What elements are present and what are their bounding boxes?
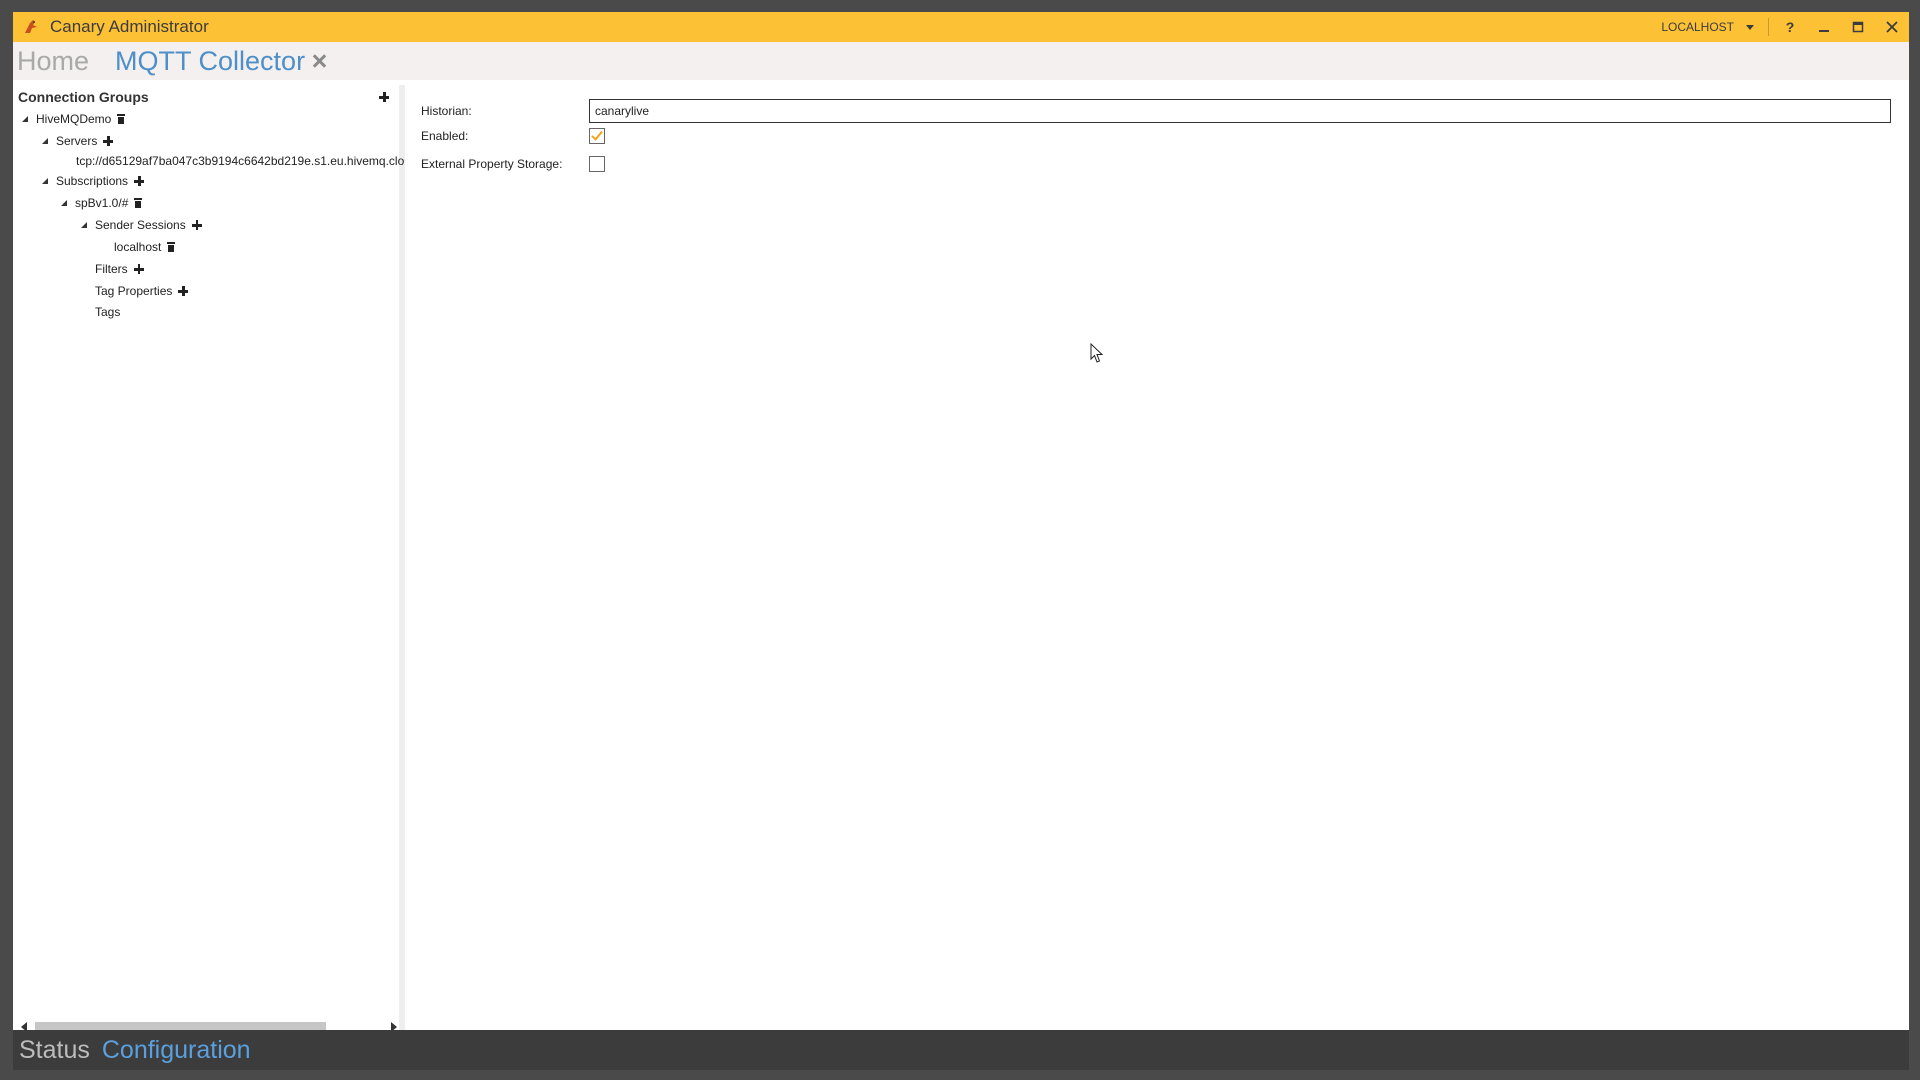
help-button[interactable]: ? [1773,12,1807,42]
tab-bar: Home MQTT Collector [13,42,1909,80]
expander-icon[interactable] [81,222,87,228]
tree-node-tags[interactable]: Tags [95,302,126,322]
enabled-checkbox[interactable] [589,128,605,144]
node-label: spBv1.0/# [75,196,129,210]
properties-panel: Historian: Enabled: External Property St… [411,85,1909,1035]
node-label: Tag Properties [95,284,173,298]
external-storage-label: External Property Storage: [421,157,563,171]
delete-trash-icon[interactable] [167,242,176,252]
add-tag-property-plus-icon[interactable] [178,286,189,296]
tree-node-servers[interactable]: Servers [42,131,114,151]
panel-title: Connection Groups [18,89,149,105]
tab-home[interactable]: Home [17,46,89,77]
external-storage-checkbox[interactable] [589,156,605,172]
maximize-icon [1852,21,1864,33]
external-storage-row: External Property Storage: [421,156,605,172]
node-label: tcp://d65129af7ba047c3b9194c6642bd219e.s… [76,154,405,168]
bottom-nav-bar: Status Configuration [13,1030,1909,1070]
close-tab-icon[interactable] [311,53,327,69]
tree-node-subscriptions[interactable]: Subscriptions [42,171,145,191]
add-subscription-plus-icon[interactable] [134,176,145,186]
node-label: localhost [114,240,162,254]
close-button[interactable] [1875,12,1909,42]
canary-logo-icon [25,20,37,33]
tab-status[interactable]: Status [19,1036,90,1065]
tab-mqtt-collector[interactable]: MQTT Collector [115,46,305,77]
add-group-plus-icon[interactable] [379,92,389,102]
expander-icon[interactable] [22,116,28,122]
node-label: HiveMQDemo [36,112,112,126]
server-selector[interactable]: LOCALHOST [1651,12,1764,42]
node-label: Sender Sessions [95,218,186,232]
add-server-plus-icon[interactable] [103,136,114,146]
delete-trash-icon[interactable] [117,114,126,124]
panel-header: Connection Groups [13,85,399,109]
node-label: Filters [95,262,128,276]
expander-icon[interactable] [42,138,48,144]
server-name: LOCALHOST [1661,20,1734,34]
tree-node-session[interactable]: localhost [114,237,176,257]
connection-groups-panel: Connection Groups HiveMQDemo Servers tcp… [13,85,405,1035]
delete-trash-icon[interactable] [134,198,143,208]
title-separator [1768,18,1769,36]
node-label: Servers [56,134,98,148]
tree-node-sender-sessions[interactable]: Sender Sessions [81,215,202,235]
title-bar: Canary Administrator LOCALHOST ? [13,12,1909,42]
maximize-button[interactable] [1841,12,1875,42]
minimize-icon [1819,30,1829,32]
historian-input[interactable] [589,99,1891,123]
app-window: Canary Administrator LOCALHOST ? Home MQ… [13,12,1909,1070]
tab-configuration[interactable]: Configuration [102,1036,251,1065]
expander-icon[interactable] [42,178,48,184]
mouse-cursor-icon [1090,343,1104,363]
close-icon [1886,21,1898,33]
checkmark-icon [591,128,603,141]
node-label: Subscriptions [56,174,129,188]
tree-node-filters[interactable]: Filters [95,259,144,279]
historian-label: Historian: [421,104,472,118]
historian-row: Historian: [421,99,1891,123]
chevron-down-icon [1746,24,1754,30]
add-filter-plus-icon[interactable] [133,264,144,274]
minimize-button[interactable] [1807,12,1841,42]
tree-node-group[interactable]: HiveMQDemo [22,109,126,129]
node-label: Tags [95,305,121,319]
app-title: Canary Administrator [50,17,209,36]
tree-node-subscription[interactable]: spBv1.0/# [61,193,143,213]
enabled-row: Enabled: [421,128,605,144]
add-session-plus-icon[interactable] [191,220,202,230]
tree-node-tag-properties[interactable]: Tag Properties [95,281,189,301]
tree-node-server-url[interactable]: tcp://d65129af7ba047c3b9194c6642bd219e.s… [76,151,410,171]
expander-icon[interactable] [61,200,67,206]
enabled-label: Enabled: [421,129,469,143]
